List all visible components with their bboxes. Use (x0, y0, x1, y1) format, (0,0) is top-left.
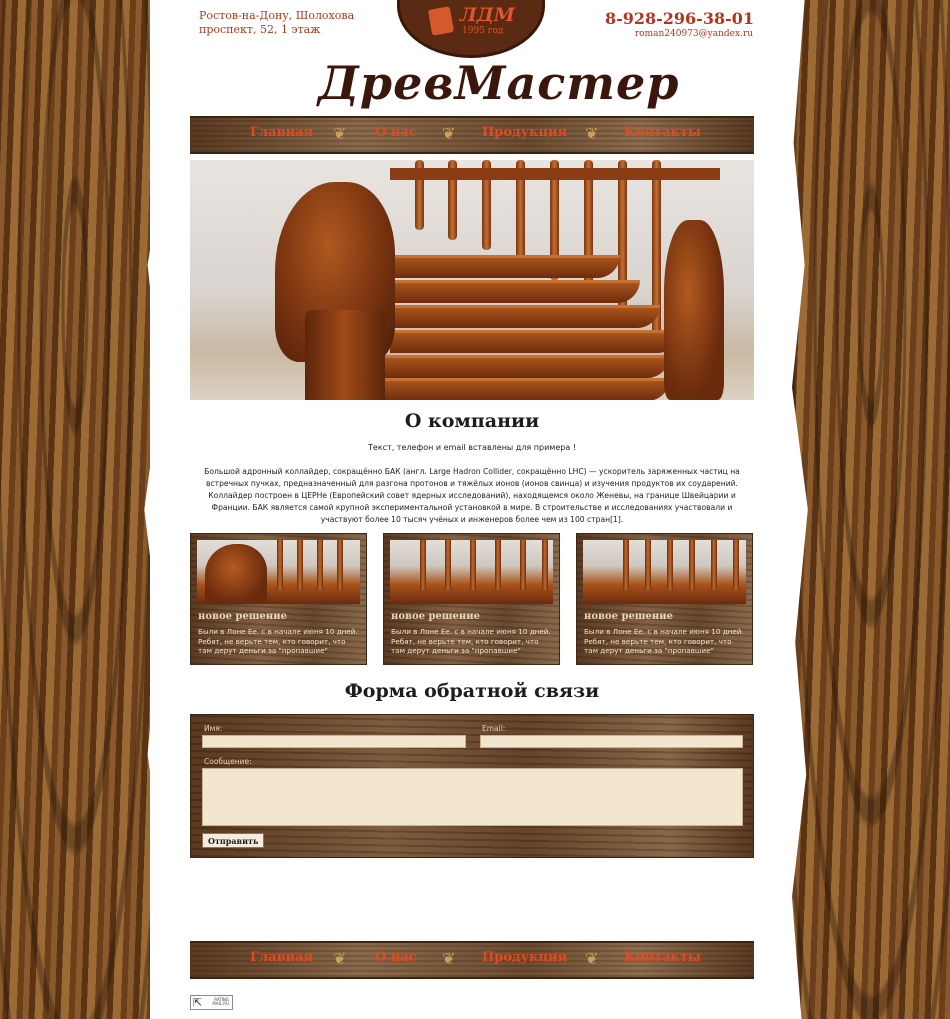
card-title[interactable]: новое решение (584, 611, 673, 622)
email-label: Email: (482, 724, 506, 733)
news-card[interactable]: новое решение Были в Лоне Ee. c в начале… (576, 533, 753, 665)
ornament-icon: ❦ (585, 124, 599, 143)
nav-item-contacts[interactable]: Контакты (624, 125, 701, 140)
card-title[interactable]: новое решение (198, 611, 287, 622)
ornament-icon: ❦ (333, 124, 347, 143)
email-link[interactable]: roman240973@yandex.ru (635, 29, 753, 39)
rating-counter-badge[interactable]: ⇱ RATING MAIL.RU (190, 995, 233, 1010)
submit-button[interactable]: Отправить (202, 833, 265, 848)
logo-year: 1995 год (462, 26, 504, 36)
nav-item-contacts[interactable]: Контакты (624, 950, 701, 965)
card-thumbnail (390, 540, 553, 604)
logo-badge[interactable]: ЛДМ 1995 год (397, 0, 545, 58)
card-text: Были в Лоне Ee. c в начале июня 10 дней.… (584, 627, 744, 655)
card-title[interactable]: новое решение (391, 611, 480, 622)
hero-image-staircase (190, 160, 754, 400)
phone-number[interactable]: 8-928-296-38-01 (605, 9, 754, 28)
feedback-form: Имя: Email: Сообщение: Отправить (190, 714, 754, 858)
card-text: Были в Лоне Ee. c в начале июня 10 дней.… (391, 627, 551, 655)
nav-item-about[interactable]: О нас (375, 125, 417, 140)
ornament-icon: ❦ (442, 124, 456, 143)
card-thumbnail (197, 540, 360, 604)
logo-text: ЛДМ (460, 4, 515, 26)
ornament-icon: ❦ (442, 949, 456, 968)
ornament-icon: ❦ (585, 949, 599, 968)
address-line-1: Ростов-на-Дону, Шолохова (199, 9, 355, 22)
email-field[interactable] (480, 735, 743, 748)
message-field[interactable] (202, 768, 743, 826)
card-text: Были в Лоне Ee. c в начале июня 10 дней.… (198, 627, 358, 655)
address-line-2: проспект, 52, 1 этаж (199, 23, 321, 36)
scroll-icon (427, 6, 455, 36)
wood-plank-right (792, 0, 950, 1019)
nav-item-products[interactable]: Продукция (482, 125, 567, 140)
ornament-icon: ❦ (333, 949, 347, 968)
news-card[interactable]: новое решение Были в Лоне Ee. c в начале… (383, 533, 560, 665)
arrow-icon: ⇱ (193, 996, 203, 1009)
about-text: Большой адронный коллайдер, сокращённо Б… (204, 467, 740, 524)
company-address: Ростов-на-Дону, Шолохова проспект, 52, 1… (199, 9, 369, 37)
wood-plank-left (0, 0, 164, 1019)
main-nav: Главная ❦ О нас ❦ Продукция ❦ Контакты (190, 116, 754, 154)
form-title: Форма обратной связи (344, 680, 600, 702)
site-title[interactable]: ДревМастер (318, 56, 678, 110)
example-note: Текст, телефон и email вставлены для при… (368, 443, 576, 452)
footer-nav: Главная ❦ О нас ❦ Продукция ❦ Контакты (190, 941, 754, 979)
card-thumbnail (583, 540, 746, 604)
counter-line-2: MAIL.RU (212, 1001, 229, 1006)
nav-item-about[interactable]: О нас (375, 950, 417, 965)
about-title: О компании (404, 410, 540, 432)
name-field[interactable] (202, 735, 466, 748)
nav-item-home[interactable]: Главная (250, 125, 313, 140)
news-card[interactable]: новое решение Были в Лоне Ee. c в начале… (190, 533, 367, 665)
name-label: Имя: (204, 724, 223, 733)
nav-item-products[interactable]: Продукция (482, 950, 567, 965)
nav-item-home[interactable]: Главная (250, 950, 313, 965)
message-label: Сообщение: (204, 757, 252, 766)
